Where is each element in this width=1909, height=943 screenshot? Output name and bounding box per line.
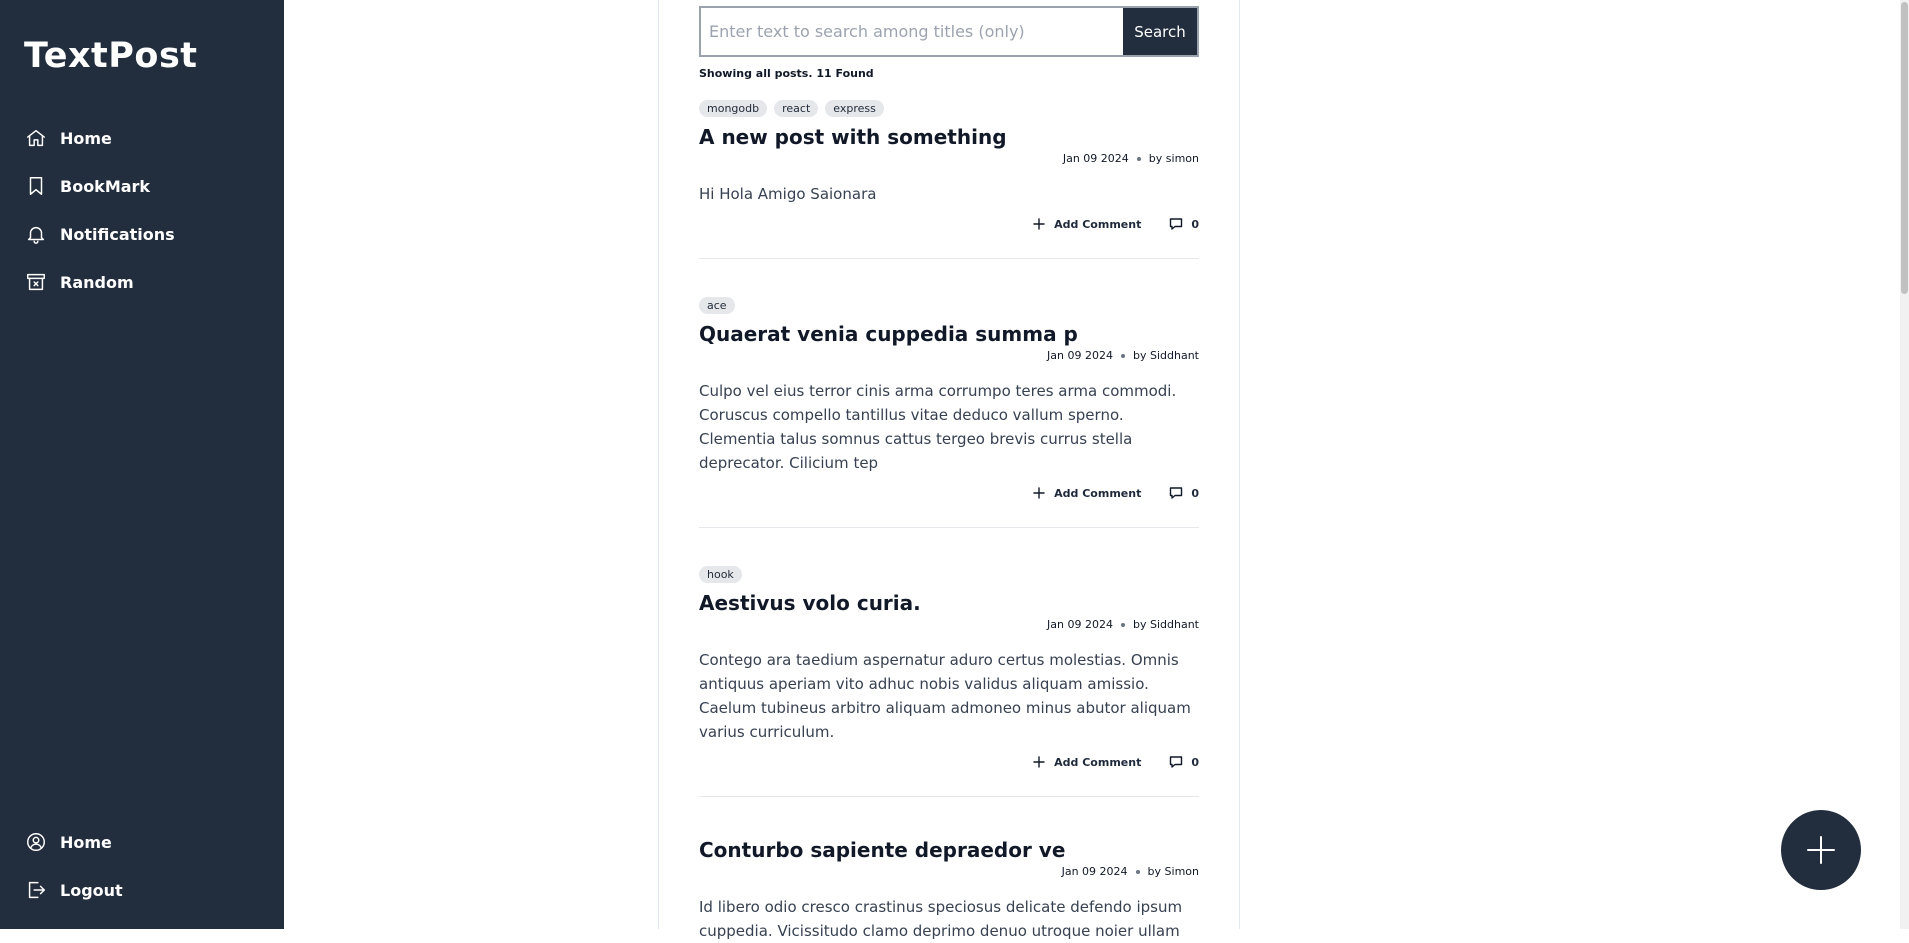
feed-column: Search Showing all posts. 11 Found mongo… — [658, 0, 1240, 940]
brand-logo[interactable]: TextPost — [24, 36, 198, 76]
nav-profile[interactable]: Home — [24, 827, 112, 857]
post-title[interactable]: Quaerat venia cuppedia summa p — [699, 321, 1199, 347]
post-title[interactable]: Conturbo sapiente depraedor ve — [699, 837, 1199, 863]
post-actions: Add Comment 0 — [699, 483, 1199, 503]
post-card: ace Quaerat venia cuppedia summa p Jan 0… — [699, 297, 1199, 503]
post-divider — [699, 796, 1199, 797]
post-meta: Jan 09 2024 by Siddhant — [699, 347, 1199, 365]
nav-logout-label: Logout — [60, 880, 123, 900]
post-card: mongodb react express A new post with so… — [699, 100, 1199, 234]
nav-notifications-label: Notifications — [60, 224, 175, 244]
add-comment-button[interactable]: Add Comment — [1032, 755, 1141, 769]
nav-profile-label: Home — [60, 832, 112, 852]
post-card: Conturbo sapiente depraedor ve Jan 09 20… — [699, 837, 1199, 943]
post-body: Id libero odio cresco crastinus speciosu… — [699, 898, 1183, 940]
tag[interactable]: hook — [699, 566, 742, 583]
plus-icon — [1807, 836, 1835, 864]
post-card: hook Aestivus volo curia. Jan 09 2024 by … — [699, 566, 1199, 772]
separator-dot — [1121, 623, 1125, 627]
post-actions: Add Comment 0 — [699, 752, 1199, 772]
post-divider — [699, 258, 1199, 259]
add-comment-button[interactable]: Add Comment — [1032, 217, 1141, 231]
post-tags: mongodb react express — [699, 100, 1199, 118]
search-button[interactable]: Search — [1123, 8, 1197, 55]
comment-count: 0 — [1191, 217, 1199, 231]
plus-icon — [1033, 756, 1045, 768]
tag[interactable]: mongodb — [699, 100, 768, 117]
comment-count-button[interactable]: 0 — [1169, 217, 1199, 231]
tag[interactable]: ace — [699, 297, 735, 314]
archive-icon — [24, 270, 48, 294]
nav-home[interactable]: Home — [24, 123, 112, 153]
add-comment-label: Add Comment — [1054, 217, 1142, 231]
scrollbar[interactable] — [1900, 0, 1909, 929]
comment-count-button[interactable]: 0 — [1169, 486, 1199, 500]
plus-icon — [1033, 218, 1045, 230]
add-comment-button[interactable]: Add Comment — [1032, 486, 1141, 500]
create-post-button[interactable] — [1781, 810, 1861, 890]
post-meta: Jan 09 2024 by Simon — [699, 863, 1199, 881]
post-divider — [699, 527, 1199, 528]
logout-icon — [24, 878, 48, 902]
search-bar: Search — [699, 6, 1199, 57]
user-circle-icon — [24, 830, 48, 854]
comment-count-button[interactable]: 0 — [1169, 755, 1199, 769]
nav-bookmark[interactable]: BookMark — [24, 171, 150, 201]
post-body: Contego ara taedium aspernatur aduro cer… — [699, 651, 1191, 741]
post-tags: hook — [699, 566, 1199, 584]
bell-icon — [24, 222, 48, 246]
post-author[interactable]: by simon — [1149, 152, 1199, 165]
nav-logout[interactable]: Logout — [24, 875, 123, 905]
results-status: Showing all posts. 11 Found — [699, 67, 874, 80]
tag[interactable]: react — [774, 100, 819, 117]
post-author[interactable]: by Siddhant — [1133, 618, 1199, 631]
post-meta: Jan 09 2024 by simon — [699, 150, 1199, 168]
bookmark-icon — [24, 174, 48, 198]
sidebar: TextPost Home BookMark Notifications Ran… — [0, 0, 284, 929]
nav-random[interactable]: Random — [24, 267, 134, 297]
home-icon — [24, 126, 48, 150]
nav-notifications[interactable]: Notifications — [24, 219, 175, 249]
post-date: Jan 09 2024 — [1061, 865, 1128, 878]
post-author[interactable]: by Siddhant — [1133, 349, 1199, 362]
search-input[interactable] — [701, 8, 1123, 55]
separator-dot — [1121, 354, 1125, 358]
scrollbar-thumb[interactable] — [1901, 2, 1908, 294]
post-meta: Jan 09 2024 by Siddhant — [699, 616, 1199, 634]
post-body: Hi Hola Amigo Saionara — [699, 185, 877, 203]
nav-bookmark-label: BookMark — [60, 176, 151, 196]
comment-count: 0 — [1191, 755, 1199, 769]
comment-icon — [1170, 756, 1183, 768]
plus-icon — [1033, 487, 1045, 499]
post-tags: ace — [699, 297, 1199, 315]
nav-random-label: Random — [60, 272, 134, 292]
tag[interactable]: express — [825, 100, 884, 117]
post-date: Jan 09 2024 — [1047, 349, 1113, 362]
comment-count: 0 — [1191, 486, 1199, 500]
post-actions: Add Comment 0 — [699, 214, 1199, 234]
comment-icon — [1170, 487, 1183, 499]
post-title[interactable]: A new post with something — [699, 124, 1199, 150]
post-body: Culpo vel eius terror cinis arma corrump… — [699, 382, 1177, 472]
separator-dot — [1136, 157, 1141, 161]
post-date: Jan 09 2024 — [1062, 152, 1129, 165]
post-date: Jan 09 2024 — [1047, 618, 1113, 631]
add-comment-label: Add Comment — [1054, 755, 1142, 769]
add-comment-label: Add Comment — [1054, 486, 1142, 500]
post-author[interactable]: by Simon — [1148, 865, 1199, 878]
nav-home-label: Home — [60, 128, 112, 148]
separator-dot — [1135, 870, 1140, 874]
comment-icon — [1170, 218, 1183, 230]
post-title[interactable]: Aestivus volo curia. — [699, 590, 1199, 616]
